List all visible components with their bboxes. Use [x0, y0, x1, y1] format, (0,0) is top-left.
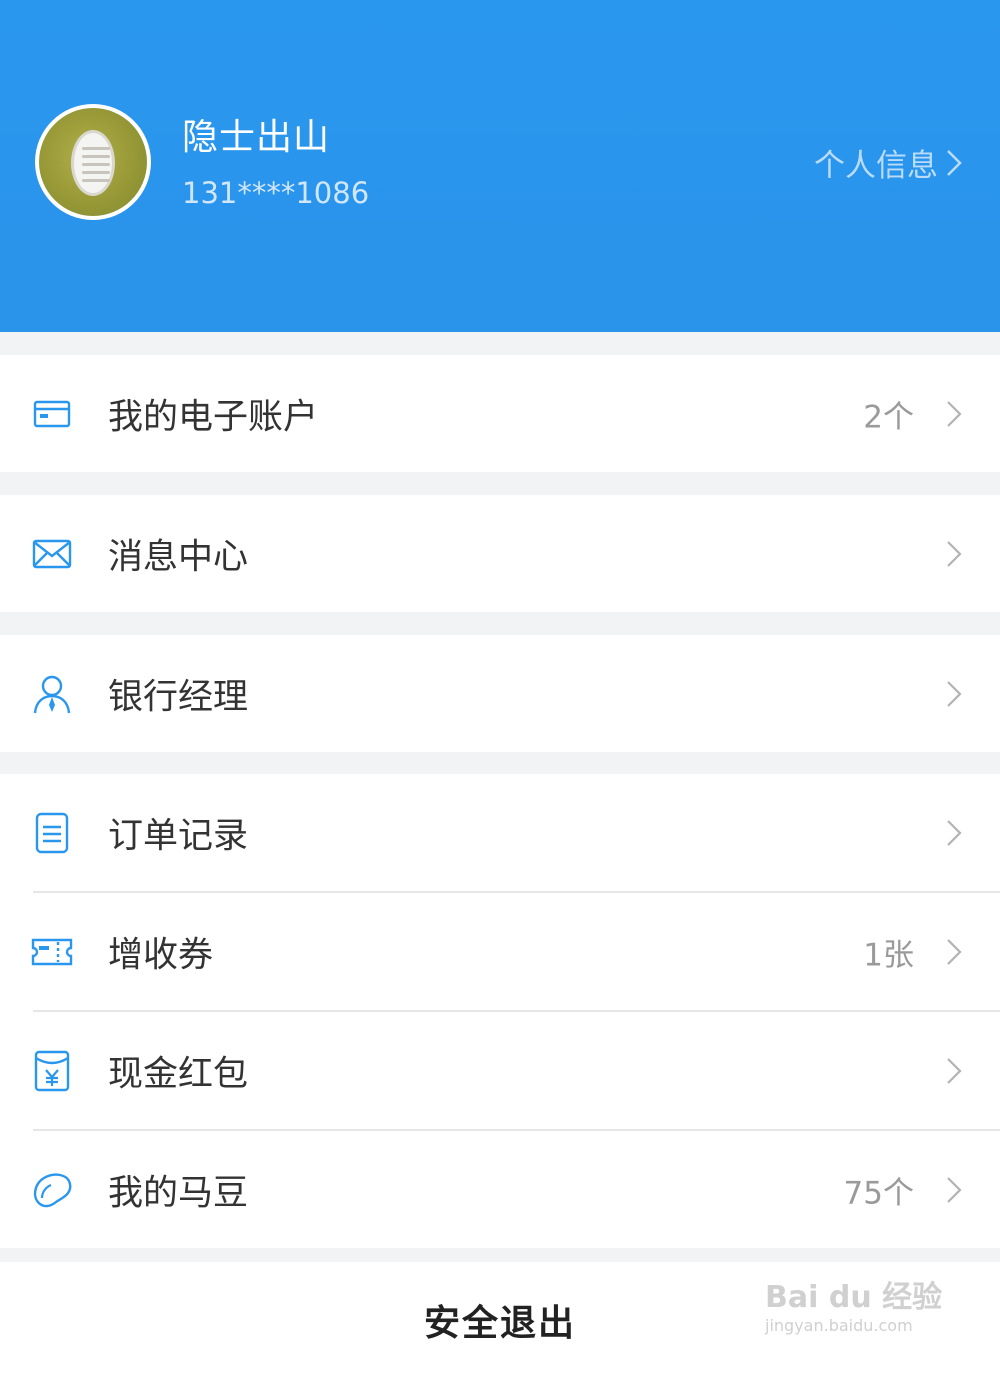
baidu-watermark: Bai du 经验 jingyan.baidu.com	[765, 1272, 942, 1335]
menu-item-value: 2个	[863, 399, 914, 435]
chevron-right-icon	[946, 149, 962, 177]
profile-info-link[interactable]: 个人信息	[814, 140, 962, 185]
menu-item-value: 75个	[843, 1175, 914, 1211]
account-card: 我的电子账户 2个	[0, 355, 1000, 472]
menu-item-label: 订单记录	[108, 816, 249, 856]
user-phone: 131****1086	[182, 176, 370, 210]
menu-item-label: 增收券	[108, 935, 214, 975]
chevron-right-icon	[946, 400, 962, 428]
menu-item-label: 消息中心	[108, 537, 249, 577]
card-icon	[30, 392, 74, 436]
services-card: 订单记录 增收券 1张 现金红包 我的马豆 75个	[0, 774, 1000, 1248]
red-packet-icon	[30, 1049, 74, 1093]
menu-item-account[interactable]: 我的电子账户 2个	[0, 355, 1000, 472]
chevron-right-icon	[946, 680, 962, 708]
menu-item-redpacket[interactable]: 现金红包	[0, 1012, 1000, 1129]
logout-label: 安全退出	[423, 1303, 576, 1344]
document-icon	[30, 811, 74, 855]
chevron-right-icon	[946, 540, 962, 568]
watermark-subtext: jingyan.baidu.com	[765, 1316, 913, 1335]
user-name: 隐士出山	[182, 117, 331, 158]
avatar[interactable]	[35, 104, 151, 220]
menu-item-manager[interactable]: 银行经理	[0, 635, 1000, 752]
menu-item-messages[interactable]: 消息中心	[0, 495, 1000, 612]
messages-card: 消息中心	[0, 495, 1000, 612]
avatar-badge-icon	[71, 130, 115, 196]
menu-item-label: 银行经理	[108, 677, 249, 717]
menu-item-coupons[interactable]: 增收券 1张	[0, 893, 1000, 1010]
menu-item-orders[interactable]: 订单记录	[0, 774, 1000, 891]
chevron-right-icon	[946, 1176, 962, 1204]
profile-info-label: 个人信息	[814, 148, 938, 184]
menu-item-label: 我的电子账户	[108, 397, 319, 437]
menu-item-label: 我的马豆	[108, 1173, 249, 1213]
menu-item-label: 现金红包	[108, 1054, 249, 1094]
envelope-icon	[30, 532, 74, 576]
manager-card: 银行经理	[0, 635, 1000, 752]
avatar-image	[39, 108, 147, 216]
menu-item-value: 1张	[863, 937, 914, 973]
chevron-right-icon	[946, 1057, 962, 1085]
person-icon	[30, 672, 74, 716]
menu-item-beans[interactable]: 我的马豆 75个	[0, 1131, 1000, 1248]
chevron-right-icon	[946, 938, 962, 966]
watermark-text: Bai du 经验	[765, 1280, 943, 1315]
profile-header: 隐士出山 131****1086 个人信息	[0, 0, 1000, 332]
chevron-right-icon	[946, 819, 962, 847]
ticket-icon	[30, 930, 74, 974]
bean-icon	[30, 1168, 74, 1212]
